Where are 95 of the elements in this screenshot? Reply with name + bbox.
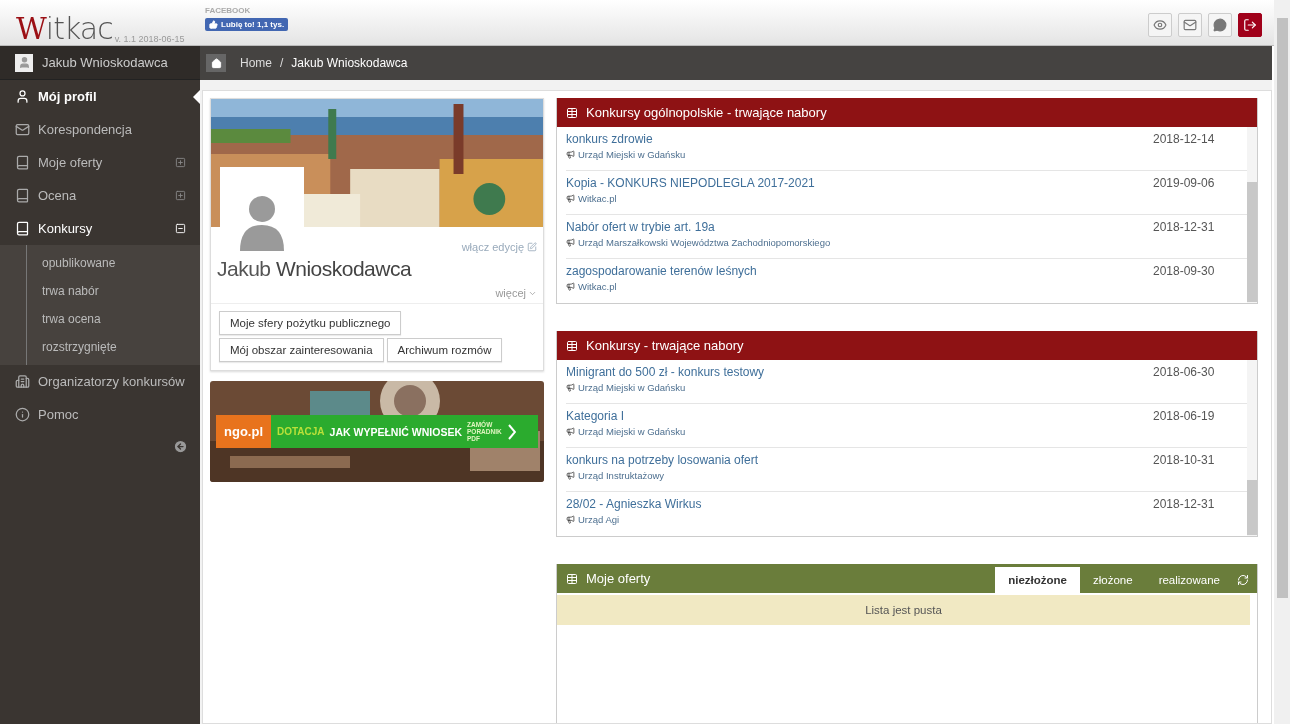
speech-bubble-icon [1213,18,1227,32]
ad-brand: ngo.pl [216,415,271,448]
organizer-label: Urząd Miejski w Gdańsku [566,149,1153,160]
edit-icon [527,242,537,252]
eye-icon [1153,18,1167,32]
eye-button[interactable] [1148,13,1172,37]
date-label: 2018-12-31 [1153,220,1216,236]
sidebar-item[interactable]: Pomoc [0,398,200,431]
envelope-icon [15,122,30,137]
info-icon [15,407,30,422]
sidebar-item[interactable]: Korespondencja [0,113,200,146]
panel-title: Moje oferty [586,571,651,586]
more-link[interactable]: więcej [495,281,543,303]
organizer-label: Urząd Instruktażowy [566,470,1153,481]
contest-link[interactable]: Kopia - KONKURS NIEPODLEGLA 2017-2021 [566,176,1153,190]
date-label: 2018-06-30 [1153,365,1216,381]
expand-icon[interactable] [175,190,186,201]
profile-button[interactable]: Moje sfery pożytku publicznego [219,311,402,335]
ad-headline: JAK WYPEŁNIĆ WNIOSEK [329,425,463,438]
date-label: 2018-06-19 [1153,409,1216,425]
profile-button[interactable]: Archiwum rozmów [386,338,503,362]
avatar-icon [220,167,304,251]
sidebar-item[interactable]: Ocena [0,179,200,212]
tab[interactable]: niezłożone [995,567,1080,593]
version-label: v. 1.1 2018-06-15 [114,34,185,45]
contest-link[interactable]: konkurs zdrowie [566,132,1153,146]
megaphone-icon [566,383,575,392]
megaphone-icon [566,427,575,436]
contest-link[interactable]: Nabór ofert w trybie art. 19a [566,220,1153,234]
date-label: 2018-10-31 [1153,453,1216,469]
breadcrumb-separator: / [280,56,284,70]
home-icon[interactable] [206,54,226,72]
breadcrumb-link[interactable]: Home [240,56,272,70]
logo[interactable]: Witkac [16,13,113,45]
facebook-label: FACEBOOK [205,6,252,15]
organizer-label: Urząd Miejski w Gdańsku [566,382,1153,393]
profile-name: Jakub Wnioskodawca [216,256,413,281]
avatar-icon [15,53,33,72]
megaphone-icon [566,515,575,524]
contest-link[interactable]: zagospodarowanie terenów leśnych [566,264,1153,278]
tab[interactable]: realizowane [1145,567,1233,593]
organizer-label: Witkac.pl [566,193,1153,204]
profile-button[interactable]: Mój obszar zainteresowania [219,338,384,362]
chevron-icon [508,423,517,440]
organizer-label: Urząd Miejski w Gdańsku [566,426,1153,437]
chat-button[interactable] [1208,13,1232,37]
book-icon [15,155,30,170]
expand-icon[interactable] [175,157,186,168]
ad-tag: DOTACJA [277,426,325,437]
empty-message: Lista jest pusta [557,595,1250,625]
mail-button[interactable] [1178,13,1202,37]
organizer-label: Urząd Marszałkowski Województwa Zachodniopomorskiego [566,237,1153,248]
page-scrollbar[interactable] [1274,0,1290,724]
book-icon [15,221,30,236]
date-label: 2018-12-31 [1153,497,1216,513]
panel-title: Konkursy ogólnopolskie - trwające nabory [586,105,827,120]
breadcrumb-current: Jakub Wnioskodawca [291,56,408,70]
tab[interactable]: złożone [1080,567,1146,593]
contest-link[interactable]: Minigrant do 500 zł - konkurs testowy [566,365,1153,379]
building-icon [15,374,30,389]
date-label: 2018-12-14 [1153,132,1216,148]
scrollbar[interactable] [1247,127,1257,303]
submenu-item[interactable]: trwa ocena [0,305,200,333]
organizer-label: Urząd Agi [566,514,1153,525]
megaphone-icon [566,194,575,203]
collapse-icon[interactable] [175,223,186,234]
date-label: 2019-09-06 [1153,176,1216,192]
collapse-sidebar-icon[interactable] [173,439,188,454]
table-icon [566,572,578,585]
submenu-item[interactable]: opublikowane [0,249,200,277]
sidebar-item[interactable]: Moje oferty [0,146,200,179]
thumbs-up-icon [209,20,218,29]
envelope-icon [1183,18,1197,32]
contest-link[interactable]: Kategoria I [566,409,1153,423]
logout-icon [1243,18,1257,32]
organizer-label: Witkac.pl [566,281,1153,292]
sidebar-item[interactable]: Konkursy [0,212,200,245]
submenu-item[interactable]: trwa nabór [0,277,200,305]
megaphone-icon [566,471,575,480]
sidebar-item[interactable]: Organizatorzy konkursów [0,365,200,398]
table-icon [566,106,578,119]
book-icon [15,188,30,203]
submenu-item[interactable]: rozstrzygnięte [0,333,200,361]
scrollbar[interactable] [1247,360,1257,536]
table-icon [566,339,578,352]
megaphone-icon [566,282,575,291]
contest-link[interactable]: konkurs na potrzeby losowania ofert [566,453,1153,467]
megaphone-icon [566,238,575,247]
user-icon [15,89,30,104]
date-label: 2018-09-30 [1153,264,1216,280]
megaphone-icon [566,150,575,159]
panel-title: Konkursy - trwające nabory [586,338,744,353]
contest-link[interactable]: 28/02 - Agnieszka Wirkus [566,497,1153,511]
logout-button[interactable] [1238,13,1262,37]
like-button[interactable]: Lubię to! 1,1 tys. [205,18,289,31]
